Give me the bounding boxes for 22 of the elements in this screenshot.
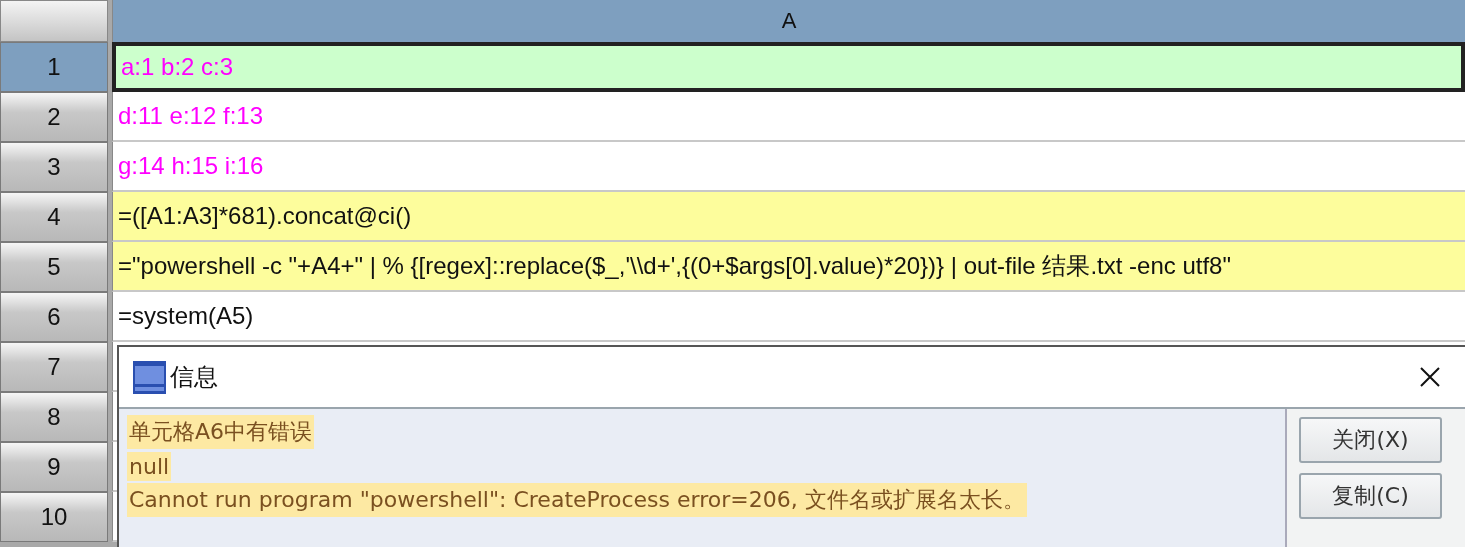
row-header[interactable]: 2 bbox=[0, 92, 108, 142]
error-message: Cannot run program "powershell": CreateProcess error=206, 文件名或扩展名太长。 bbox=[127, 483, 1027, 517]
row-header[interactable]: 1 bbox=[0, 42, 108, 92]
row-header[interactable]: 3 bbox=[0, 142, 108, 192]
row-header[interactable]: 5 bbox=[0, 242, 108, 292]
row-header[interactable]: 4 bbox=[0, 192, 108, 242]
table-cell[interactable]: =([A1:A3]*681).concat@ci() bbox=[112, 192, 1465, 242]
row-header[interactable]: 6 bbox=[0, 292, 108, 342]
table-cell[interactable]: =system(A5) bbox=[112, 292, 1465, 342]
dialog-button[interactable]: 关闭(X) bbox=[1299, 417, 1442, 463]
error-message: null bbox=[127, 451, 172, 481]
row-header[interactable]: 10 bbox=[0, 492, 108, 542]
row-header[interactable]: 7 bbox=[0, 342, 108, 392]
dialog-title: 信息 bbox=[170, 362, 218, 393]
row-header[interactable]: 8 bbox=[0, 392, 108, 442]
dialog-button[interactable]: 复制(C) bbox=[1299, 473, 1442, 519]
row-header[interactable]: 9 bbox=[0, 442, 108, 492]
table-cell[interactable]: ="powershell -c "+A4+" | % {[regex]::replace($_,'\\d+',{(0+$args[0].value)*20})} | out-file 结果.txt -enc utf8" bbox=[112, 242, 1465, 292]
error-message: 单元格A6中有错误 bbox=[127, 415, 315, 449]
app-logo-icon bbox=[133, 360, 166, 394]
column-header[interactable]: A bbox=[112, 0, 1465, 42]
close-icon[interactable] bbox=[1419, 366, 1441, 388]
